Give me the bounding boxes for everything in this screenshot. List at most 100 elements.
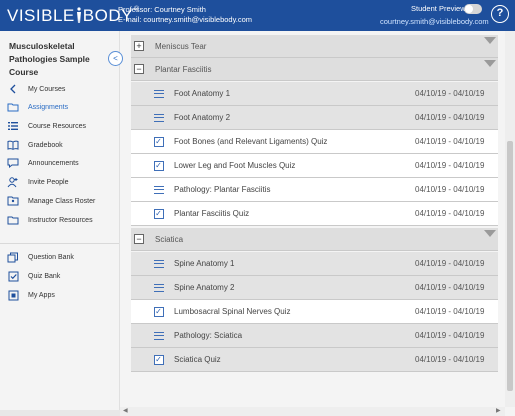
assignment-title[interactable]: Spine Anatomy 1: [174, 259, 234, 268]
assignment-row[interactable]: Spine Anatomy 2 04/10/19 - 04/10/19: [131, 276, 498, 300]
student-preview-toggle[interactable]: [464, 4, 482, 14]
list-icon: [153, 258, 164, 269]
scrollbar-thumb[interactable]: [507, 141, 513, 391]
assignment-dates: 04/10/19 - 04/10/19: [415, 161, 485, 170]
assignment-row[interactable]: ✓ Lower Leg and Foot Muscles Quiz 04/10/…: [131, 154, 498, 178]
assignment-title[interactable]: Pathology: Sciatica: [174, 331, 242, 340]
sidebar-item-label: Course Resources: [28, 122, 86, 130]
sidebar-item-label: Invite People: [28, 178, 69, 186]
sidebar-item-label: Manage Class Roster: [28, 197, 96, 205]
dropdown-triangle-icon[interactable]: [484, 37, 496, 44]
checkbox-icon: ✓: [153, 354, 164, 365]
chat-icon: [6, 156, 20, 170]
book-icon: [6, 138, 20, 152]
horizontal-scrollbar[interactable]: ◀ ▶: [120, 407, 505, 416]
assignment-row[interactable]: Foot Anatomy 2 04/10/19 - 04/10/19: [131, 106, 498, 130]
sidebar-scroll-area: [0, 410, 120, 416]
assignment-dates: 04/10/19 - 04/10/19: [415, 307, 485, 316]
assignment-title[interactable]: Foot Anatomy 2: [174, 113, 230, 122]
apps-icon: [6, 288, 20, 302]
expand-toggle[interactable]: +: [134, 41, 144, 51]
assignment-dates: 04/10/19 - 04/10/19: [415, 137, 485, 146]
sidebar-item-my-courses[interactable]: My Courses: [6, 81, 65, 97]
sidebar-item-label: Gradebook: [28, 141, 63, 149]
sidebar-item-quiz-bank[interactable]: Quiz Bank: [6, 268, 60, 284]
list-icon: [153, 330, 164, 341]
chevron-left-icon: [6, 82, 20, 96]
assignment-row[interactable]: ✓ Foot Bones (and Relevant Ligaments) Qu…: [131, 130, 498, 154]
section-title: Sciatica: [155, 234, 184, 244]
roster-icon: [6, 194, 20, 208]
assignment-row[interactable]: Pathology: Plantar Fasciitis 04/10/19 - …: [131, 178, 498, 202]
sidebar-item-label: Announcements: [28, 159, 79, 167]
assignment-title[interactable]: Sciatica Quiz: [174, 355, 221, 364]
checkbox-icon: ✓: [153, 306, 164, 317]
collapse-toggle[interactable]: −: [134, 64, 144, 74]
sidebar-item-label: My Apps: [28, 291, 55, 299]
list-icon: [6, 119, 20, 133]
assignment-title[interactable]: Lower Leg and Foot Muscles Quiz: [174, 161, 295, 170]
checkbox-icon: ✓: [153, 160, 164, 171]
sidebar-item-question-bank[interactable]: Question Bank: [6, 249, 74, 265]
course-title: Musculoskeletal Pathologies Sample Cours…: [9, 41, 90, 77]
sidebar-item-instructor-resources[interactable]: Instructor Resources: [6, 212, 93, 228]
assignment-row[interactable]: ✓ Plantar Fasciitis Quiz 04/10/19 - 04/1…: [131, 202, 498, 226]
professor-info: Professor: Courtney Smith E-mail: courtn…: [118, 5, 252, 25]
assignment-title[interactable]: Pathology: Plantar Fasciitis: [174, 185, 271, 194]
sidebar-item-invite-people[interactable]: Invite People: [6, 174, 68, 190]
folder-icon: [6, 213, 20, 227]
sidebar-item-my-apps[interactable]: My Apps: [6, 287, 55, 303]
sidebar-divider: [0, 243, 119, 244]
assignment-row[interactable]: ✓ Lumbosacral Spinal Nerves Quiz 04/10/1…: [131, 300, 498, 324]
sidebar-item-label: Quiz Bank: [28, 272, 61, 280]
section-meniscus-tear[interactable]: + Meniscus Tear: [131, 35, 498, 58]
account-email-link[interactable]: courtney.smith@visiblebody.com: [380, 17, 489, 26]
list-icon: [153, 184, 164, 195]
assignment-row[interactable]: Foot Anatomy 1 04/10/19 - 04/10/19: [131, 82, 498, 106]
assignment-dates: 04/10/19 - 04/10/19: [415, 89, 485, 98]
student-preview-label: Student Preview: [411, 4, 466, 13]
sidebar-item-assignments[interactable]: Assignments: [6, 99, 68, 115]
body-figure-icon: [76, 7, 81, 23]
assignments-panel: + Meniscus Tear − Plantar Fasciitis Foot…: [120, 31, 515, 416]
sidebar-item-label: Question Bank: [28, 253, 74, 261]
folder-icon: [6, 100, 20, 114]
section-sciatica[interactable]: − Sciatica: [131, 228, 498, 251]
assignment-title[interactable]: Foot Bones (and Relevant Ligaments) Quiz: [174, 137, 327, 146]
copy-icon: [6, 250, 20, 264]
list-icon: [153, 112, 164, 123]
sidebar-item-label: Instructor Resources: [28, 216, 93, 224]
sidebar-item-gradebook[interactable]: Gradebook: [6, 137, 63, 153]
assignment-dates: 04/10/19 - 04/10/19: [415, 355, 485, 364]
top-header: VISIBLE BODY® Professor: Courtney Smith E…: [0, 0, 515, 31]
assignment-title[interactable]: Plantar Fasciitis Quiz: [174, 209, 249, 218]
assignment-row[interactable]: Pathology: Sciatica 04/10/19 - 04/10/19: [131, 324, 498, 348]
assignment-dates: 04/10/19 - 04/10/19: [415, 209, 485, 218]
section-plantar-fasciitis[interactable]: − Plantar Fasciitis: [131, 58, 498, 81]
dropdown-triangle-icon[interactable]: [484, 230, 496, 237]
sidebar-item-label: Assignments: [28, 103, 69, 111]
sidebar-item-label: My Courses: [28, 85, 66, 93]
collapse-sidebar-button[interactable]: <: [108, 51, 123, 66]
assignment-row[interactable]: ✓ Sciatica Quiz 04/10/19 - 04/10/19: [131, 348, 498, 372]
assignment-dates: 04/10/19 - 04/10/19: [415, 331, 485, 340]
help-icon[interactable]: ?: [491, 5, 509, 23]
checkbox-icon: [6, 269, 20, 283]
dropdown-triangle-icon[interactable]: [484, 60, 496, 67]
collapse-toggle[interactable]: −: [134, 234, 144, 244]
assignment-row[interactable]: Spine Anatomy 1 04/10/19 - 04/10/19: [131, 252, 498, 276]
sidebar-item-announcements[interactable]: Announcements: [6, 155, 79, 171]
scroll-right-arrow-icon[interactable]: ▶: [496, 407, 501, 414]
checkbox-icon: ✓: [153, 208, 164, 219]
checkbox-icon: ✓: [153, 136, 164, 147]
assignment-title[interactable]: Lumbosacral Spinal Nerves Quiz: [174, 307, 291, 316]
list-icon: [153, 282, 164, 293]
professor-name: Professor: Courtney Smith: [118, 5, 206, 14]
scroll-left-arrow-icon[interactable]: ◀: [123, 407, 128, 414]
sidebar: Musculoskeletal Pathologies Sample Cours…: [0, 31, 120, 416]
sidebar-item-manage-class-roster[interactable]: Manage Class Roster: [6, 193, 95, 209]
assignment-title[interactable]: Spine Anatomy 2: [174, 283, 234, 292]
sidebar-item-course-resources[interactable]: Course Resources: [6, 118, 86, 134]
assignment-title[interactable]: Foot Anatomy 1: [174, 89, 230, 98]
list-icon: [153, 88, 164, 99]
